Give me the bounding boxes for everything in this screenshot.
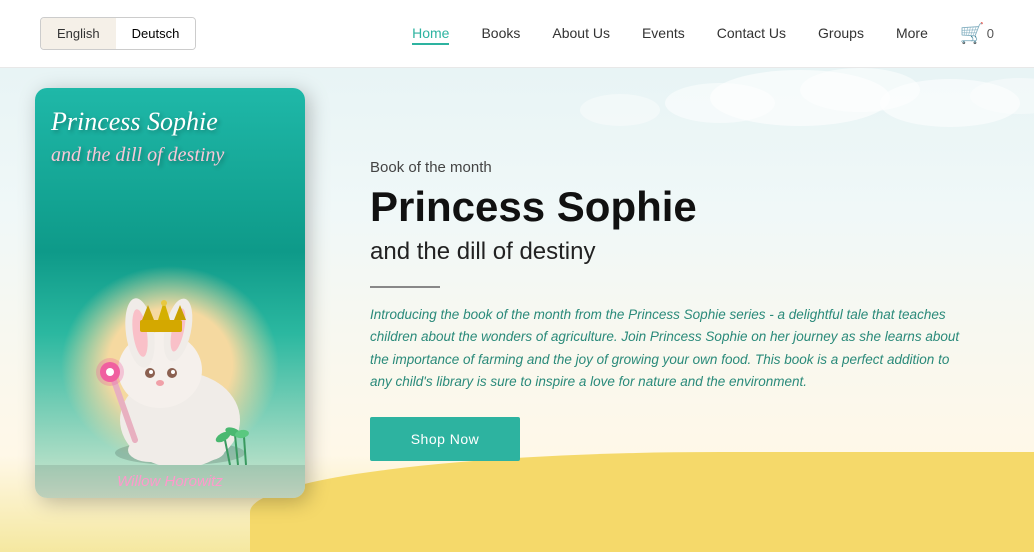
nav-link-books[interactable]: Books — [481, 25, 520, 41]
book-cover-title: Princess Sophie and the dill of destiny — [51, 106, 289, 168]
bunny-svg — [50, 265, 290, 465]
nav-link-home[interactable]: Home — [412, 25, 449, 45]
nav-item-books[interactable]: Books — [481, 25, 520, 43]
nav-item-more[interactable]: More — [896, 25, 928, 43]
nav-link-groups[interactable]: Groups — [818, 25, 864, 41]
book-main-title: Princess Sophie — [370, 184, 984, 230]
nav-links: Home Books About Us Events Contact Us Gr… — [412, 25, 928, 43]
hero-section: Princess Sophie and the dill of destiny — [0, 68, 1034, 552]
cart-icon: 🛒 — [960, 21, 985, 46]
book-illustration — [35, 168, 305, 465]
cover-title-line1: Princess Sophie — [51, 107, 218, 136]
content-area: Book of the month Princess Sophie and th… — [340, 68, 1034, 552]
nav-item-events[interactable]: Events — [642, 25, 685, 43]
book-cover-area: Princess Sophie and the dill of destiny — [0, 68, 340, 552]
cart-count: 0 — [987, 26, 994, 41]
book-cover-title-area: Princess Sophie and the dill of destiny — [35, 88, 305, 168]
book-cover: Princess Sophie and the dill of destiny — [35, 88, 305, 498]
nav-link-about[interactable]: About Us — [552, 25, 610, 41]
nav-link-contact[interactable]: Contact Us — [717, 25, 786, 41]
book-subtitle: and the dill of destiny — [370, 238, 984, 266]
nav-link-more[interactable]: More — [896, 25, 928, 41]
shop-now-button[interactable]: Shop Now — [370, 417, 520, 461]
book-description: Introducing the book of the month from t… — [370, 304, 970, 393]
language-switcher: English Deutsch — [40, 17, 196, 50]
nav-item-contact[interactable]: Contact Us — [717, 25, 786, 43]
book-of-month-label: Book of the month — [370, 159, 984, 176]
nav-item-about[interactable]: About Us — [552, 25, 610, 43]
nav-item-groups[interactable]: Groups — [818, 25, 864, 43]
title-divider — [370, 286, 440, 288]
nav-link-events[interactable]: Events — [642, 25, 685, 41]
cover-title-line2: and the dill of destiny — [51, 144, 224, 166]
lang-english-button[interactable]: English — [41, 18, 116, 49]
navbar: English Deutsch Home Books About Us Even… — [0, 0, 1034, 68]
lang-deutsch-button[interactable]: Deutsch — [116, 18, 196, 49]
cart-button[interactable]: 🛒 0 — [960, 21, 994, 46]
nav-item-home[interactable]: Home — [412, 25, 449, 43]
book-author: Willow Horowitz — [35, 465, 305, 498]
